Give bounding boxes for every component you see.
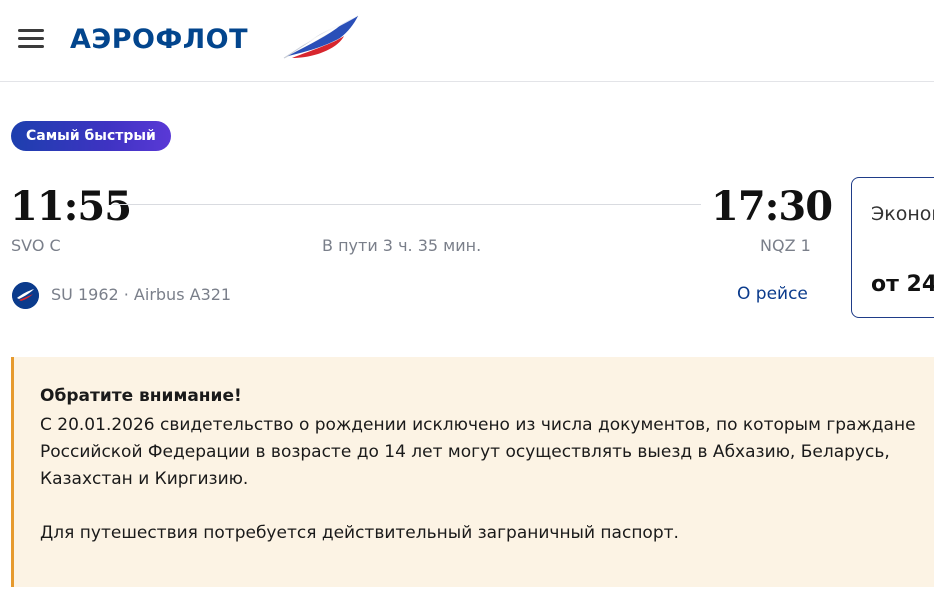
notice-text: С 20.01.2026 свидетельство о рождении ис… <box>40 415 916 489</box>
flight-duration: В пути 3 ч. 35 мин. <box>322 236 482 255</box>
departure-time: 11:55 <box>10 183 132 230</box>
airline-logo-icon <box>12 282 39 309</box>
fare-card-economy[interactable]: Эконом от 24 <box>851 177 934 318</box>
notice-passport-text: Для путешествия потребуется действительн… <box>40 523 679 543</box>
departure-airport: SVO C <box>11 236 61 255</box>
hamburger-icon <box>18 29 44 32</box>
notice-banner: Обратите внимание! С 20.01.2026 свидетел… <box>11 357 934 587</box>
arrival-time: 17:30 <box>711 183 833 230</box>
notice-title: Обратите внимание! <box>40 386 242 406</box>
arrival-airport: NQZ 1 <box>760 236 811 255</box>
aeroflot-logo[interactable]: АЭРОФЛОТ <box>70 12 370 62</box>
fare-price: от 24 <box>871 272 934 297</box>
route-line <box>113 204 701 205</box>
header: АЭРОФЛОТ <box>0 0 934 82</box>
menu-button[interactable] <box>18 29 44 49</box>
flag-wing-icon <box>283 15 359 59</box>
about-flight-link[interactable]: О рейсе <box>737 284 808 304</box>
logo-text: АЭРОФЛОТ <box>70 24 249 55</box>
flight-number-aircraft: SU 1962 · Airbus A321 <box>51 285 232 304</box>
fastest-badge: Самый быстрый <box>11 121 171 151</box>
fare-class: Эконом <box>871 203 934 225</box>
